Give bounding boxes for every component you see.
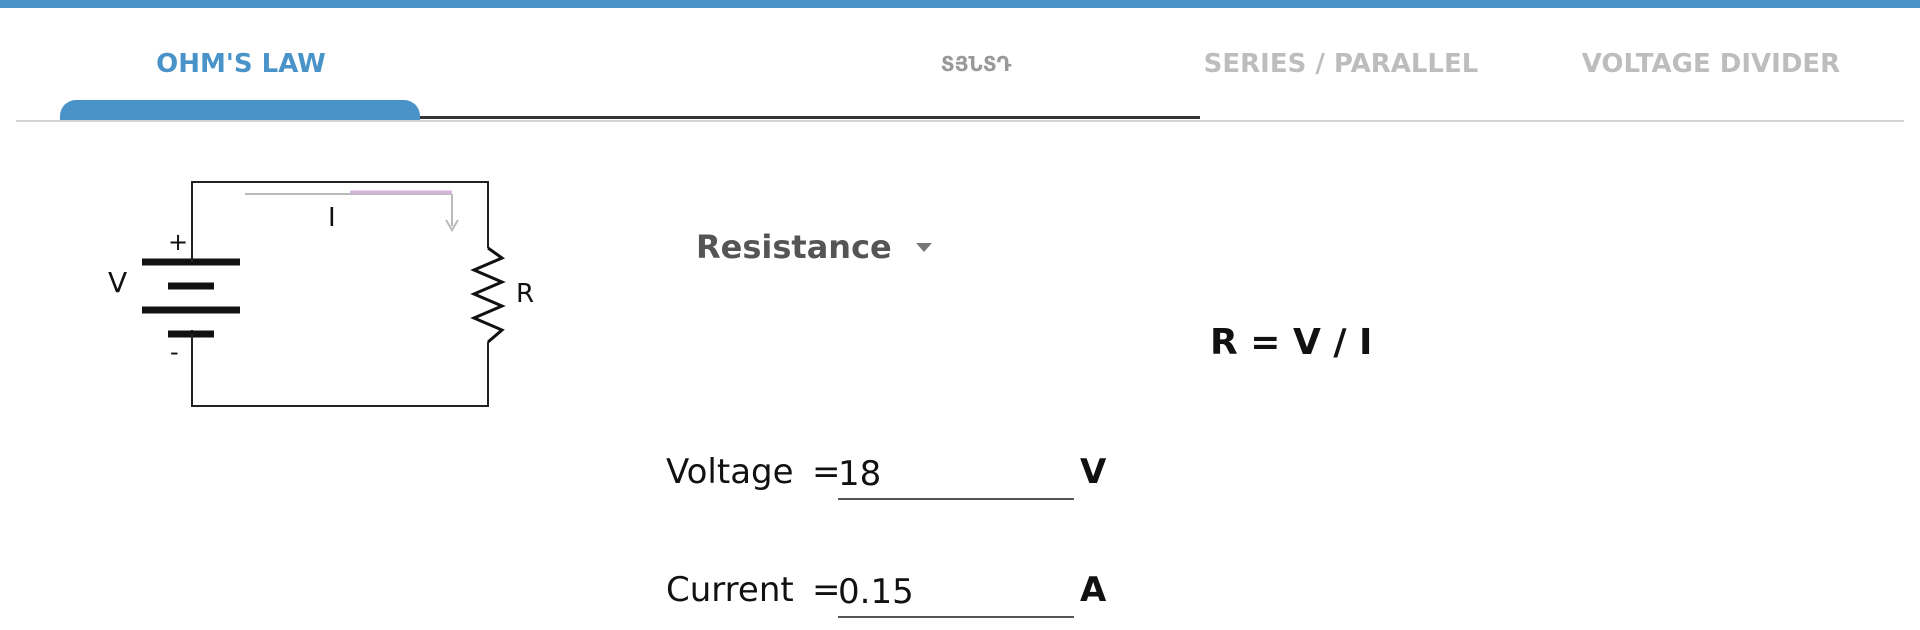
tab-series-parallel-label: SERIES / PARALLEL: [1203, 49, 1479, 79]
resistor-symbol-label: R: [516, 279, 534, 309]
battery-icon: [142, 210, 240, 370]
top-accent-bar: [0, 0, 1920, 8]
tab-bar: OHM'S LAW ՏՅՆՏԴ SERIES / PARALLEL VOLTAG…: [16, 8, 1904, 122]
circuit-diagram: V + - I R: [108, 181, 534, 407]
tab-voltage-divider-label: VOLTAGE DIVIDER: [1581, 49, 1841, 79]
current-equals-sign: =: [812, 570, 841, 610]
current-symbol-label: I: [328, 203, 336, 233]
resistor-icon: [470, 246, 506, 344]
current-input[interactable]: [838, 568, 1074, 618]
tab-divider-line: [420, 116, 1200, 119]
voltage-symbol-label: V: [108, 266, 127, 299]
current-unit: A: [1080, 570, 1107, 610]
tab-second[interactable]: ՏՅՆՏԴ: [896, 8, 1056, 120]
plus-sign-label: +: [168, 228, 188, 256]
voltage-input[interactable]: [838, 450, 1074, 500]
formula-display: R = V / I: [1210, 322, 1373, 363]
tab-second-label: ՏՅՆՏԴ: [940, 52, 1012, 76]
active-tab-indicator: [60, 100, 420, 120]
tab-series-parallel[interactable]: SERIES / PARALLEL: [1176, 8, 1506, 120]
bottom-wire: [191, 330, 489, 407]
minus-sign-label: -: [170, 338, 179, 366]
current-label: Current: [666, 570, 794, 610]
chevron-down-icon: [915, 242, 932, 252]
solve-for-selected-value: Resistance: [696, 228, 892, 266]
voltage-unit: V: [1080, 452, 1107, 492]
voltage-equals-sign: =: [812, 452, 841, 492]
current-arrow-icon: [245, 190, 459, 232]
tab-voltage-divider[interactable]: VOLTAGE DIVIDER: [1556, 8, 1866, 120]
voltage-label: Voltage: [666, 452, 794, 492]
tab-ohms-law-label: OHM'S LAW: [156, 49, 326, 79]
solve-for-dropdown[interactable]: Resistance: [696, 222, 932, 272]
